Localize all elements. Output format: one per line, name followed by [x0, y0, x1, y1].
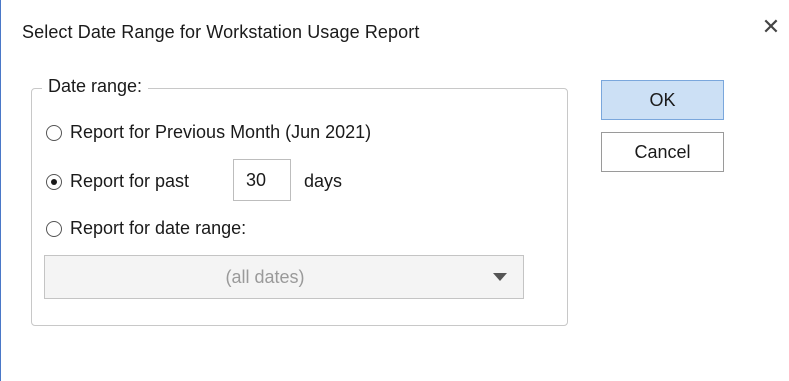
radio-button[interactable]: [46, 220, 62, 237]
close-icon[interactable]: ✕: [758, 14, 784, 40]
days-label: days: [304, 171, 343, 191]
cancel-button[interactable]: Cancel: [601, 132, 724, 172]
radio-label: Report for Previous Month (Jun 2021): [70, 122, 372, 142]
radio-date-range[interactable]: Report for date range:: [46, 218, 246, 239]
date-range-select[interactable]: (all dates): [44, 255, 524, 299]
ok-button[interactable]: OK: [601, 80, 724, 120]
radio-button[interactable]: [46, 173, 62, 190]
radio-label: Report for date range:: [70, 218, 247, 238]
radio-past-days[interactable]: Report for past: [46, 171, 189, 192]
days-input[interactable]: [233, 159, 291, 201]
date-range-dialog: Select Date Range for Workstation Usage …: [0, 0, 789, 381]
dialog-title: Select Date Range for Workstation Usage …: [22, 22, 420, 42]
radio-previous-month[interactable]: Report for Previous Month (Jun 2021): [46, 122, 371, 143]
date-range-legend: Date range:: [42, 76, 149, 97]
date-range-select-value: (all dates): [225, 267, 305, 287]
window-border: [0, 0, 1, 381]
radio-label: Report for past: [70, 171, 190, 191]
radio-button[interactable]: [46, 124, 62, 141]
chevron-down-icon[interactable]: [493, 273, 507, 281]
